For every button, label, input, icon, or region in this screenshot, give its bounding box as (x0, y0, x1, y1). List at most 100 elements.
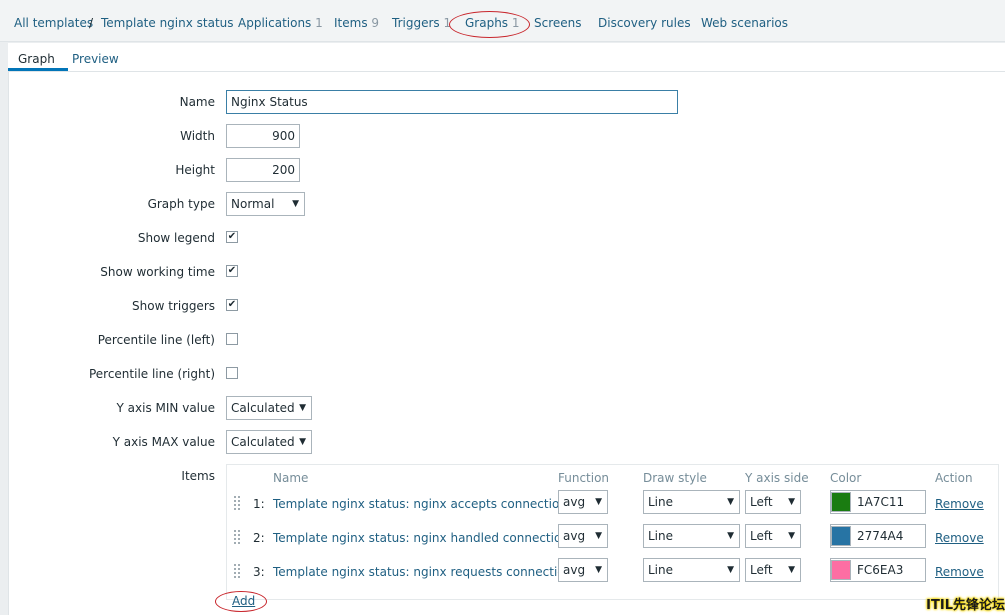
y-max-value: Calculated (231, 435, 295, 449)
breadcrumb-template[interactable]: Template nginx status (101, 16, 234, 30)
draw-style-value: Line (648, 563, 674, 577)
nav-discovery-rules[interactable]: Discovery rules (598, 16, 691, 30)
chevron-down-icon: ▼ (727, 497, 734, 507)
name-label: Name (179, 95, 215, 109)
drag-handle-icon[interactable] (233, 495, 241, 511)
graph-form: Name Nginx Status Width 900 Height 200 G… (8, 72, 1005, 615)
item-link[interactable]: Template nginx status: nginx accepts con… (273, 497, 573, 511)
chevron-down-icon: ▼ (727, 531, 734, 541)
percentile-right-checkbox[interactable] (226, 367, 238, 379)
chevron-down-icon: ▼ (299, 437, 306, 447)
nav-items-count: 9 (371, 16, 380, 30)
y-min-select[interactable]: Calculated ▼ (226, 396, 312, 420)
chevron-down-icon: ▼ (788, 497, 795, 507)
height-input[interactable]: 200 (226, 158, 300, 182)
y-max-select[interactable]: Calculated ▼ (226, 430, 312, 454)
color-swatch[interactable] (831, 526, 851, 546)
function-value: avg (563, 563, 586, 577)
chevron-down-icon: ▼ (292, 199, 299, 209)
percentile-left-checkbox[interactable] (226, 333, 238, 345)
y-axis-side-value: Left (750, 495, 773, 509)
check-icon: ✔ (227, 299, 237, 310)
chevron-down-icon: ▼ (595, 565, 602, 575)
drag-handle-icon[interactable] (233, 563, 241, 579)
y-axis-side-select[interactable]: Left ▼ (745, 490, 801, 514)
row-number: 2: (253, 531, 265, 545)
nav-items[interactable]: Items 9 (334, 16, 379, 30)
table-row: 2: Template nginx status: nginx handled … (227, 520, 998, 554)
height-label: Height (175, 163, 215, 177)
y-min-value: Calculated (231, 401, 295, 415)
y-axis-side-select[interactable]: Left ▼ (745, 558, 801, 582)
items-label: Items (181, 469, 215, 483)
drag-handle-icon[interactable] (233, 529, 241, 545)
graph-type-label: Graph type (147, 197, 215, 211)
y-axis-side-select[interactable]: Left ▼ (745, 524, 801, 548)
show-legend-checkbox[interactable]: ✔ (226, 231, 238, 243)
y-max-label: Y axis MAX value (112, 435, 215, 449)
check-icon: ✔ (227, 231, 237, 242)
nav-items-label: Items (334, 16, 368, 30)
nav-triggers-label: Triggers (392, 16, 440, 30)
draw-style-select[interactable]: Line ▼ (643, 558, 740, 582)
tab-bar: Graph Preview (8, 43, 1005, 72)
function-select[interactable]: avg ▼ (558, 558, 608, 582)
check-icon: ✔ (227, 265, 237, 276)
show-triggers-label: Show triggers (132, 299, 215, 313)
items-table: Name Function Draw style Y axis side Col… (226, 464, 999, 600)
row-number: 3: (253, 565, 265, 579)
remove-link[interactable]: Remove (935, 497, 984, 511)
chevron-down-icon: ▼ (595, 497, 602, 507)
nav-triggers[interactable]: Triggers 1 (392, 16, 451, 30)
item-link[interactable]: Template nginx status: nginx handled con… (273, 531, 575, 545)
nav-screens[interactable]: Screens (534, 16, 582, 30)
col-head-y-axis-side: Y axis side (745, 471, 809, 485)
y-axis-side-value: Left (750, 529, 773, 543)
y-axis-side-value: Left (750, 563, 773, 577)
row-number: 1: (253, 497, 265, 511)
table-row: 1: Template nginx status: nginx accepts … (227, 486, 998, 520)
nav-applications-count: 1 (315, 16, 323, 30)
add-annotation-circle (215, 591, 267, 612)
chevron-down-icon: ▼ (595, 531, 602, 541)
chevron-down-icon: ▼ (299, 403, 306, 413)
show-triggers-checkbox[interactable]: ✔ (226, 299, 238, 311)
breadcrumb-all-templates[interactable]: All templates (14, 16, 93, 30)
width-label: Width (180, 129, 215, 143)
draw-style-value: Line (648, 495, 674, 509)
function-select[interactable]: avg ▼ (558, 524, 608, 548)
color-swatch[interactable] (831, 492, 851, 512)
breadcrumb-separator: / (89, 16, 94, 30)
tab-active-indicator (8, 68, 68, 71)
show-working-time-label: Show working time (100, 265, 215, 279)
table-row: 3: Template nginx status: nginx requests… (227, 554, 998, 588)
graph-type-value: Normal (231, 197, 275, 211)
tab-preview[interactable]: Preview (72, 52, 119, 66)
name-input[interactable]: Nginx Status (226, 90, 678, 114)
graph-type-select[interactable]: Normal ▼ (226, 192, 305, 216)
tab-graph[interactable]: Graph (18, 52, 55, 66)
width-input[interactable]: 900 (226, 124, 300, 148)
col-head-color: Color (830, 471, 862, 485)
color-swatch[interactable] (831, 560, 851, 580)
draw-style-select[interactable]: Line ▼ (643, 524, 740, 548)
breadcrumb: All templates / Template nginx status Ap… (0, 0, 1005, 42)
col-head-action: Action (935, 471, 973, 485)
function-select[interactable]: avg ▼ (558, 490, 608, 514)
draw-style-select[interactable]: Line ▼ (643, 490, 740, 514)
col-head-function: Function (558, 471, 610, 485)
nav-applications[interactable]: Applications 1 (238, 16, 323, 30)
chevron-down-icon: ▼ (788, 531, 795, 541)
y-min-label: Y axis MIN value (116, 401, 215, 415)
percentile-right-label: Percentile line (right) (88, 367, 215, 381)
remove-link[interactable]: Remove (935, 531, 984, 545)
item-link[interactable]: Template nginx status: nginx requests co… (273, 565, 579, 579)
watermark-logo: ITIL先锋论坛 (926, 598, 1005, 613)
col-head-name: Name (273, 471, 309, 485)
remove-link[interactable]: Remove (935, 565, 984, 579)
graphs-annotation-circle (449, 11, 530, 38)
nav-web-scenarios[interactable]: Web scenarios (701, 16, 788, 30)
chevron-down-icon: ▼ (788, 565, 795, 575)
show-legend-label: Show legend (137, 231, 215, 245)
show-working-time-checkbox[interactable]: ✔ (226, 265, 238, 277)
